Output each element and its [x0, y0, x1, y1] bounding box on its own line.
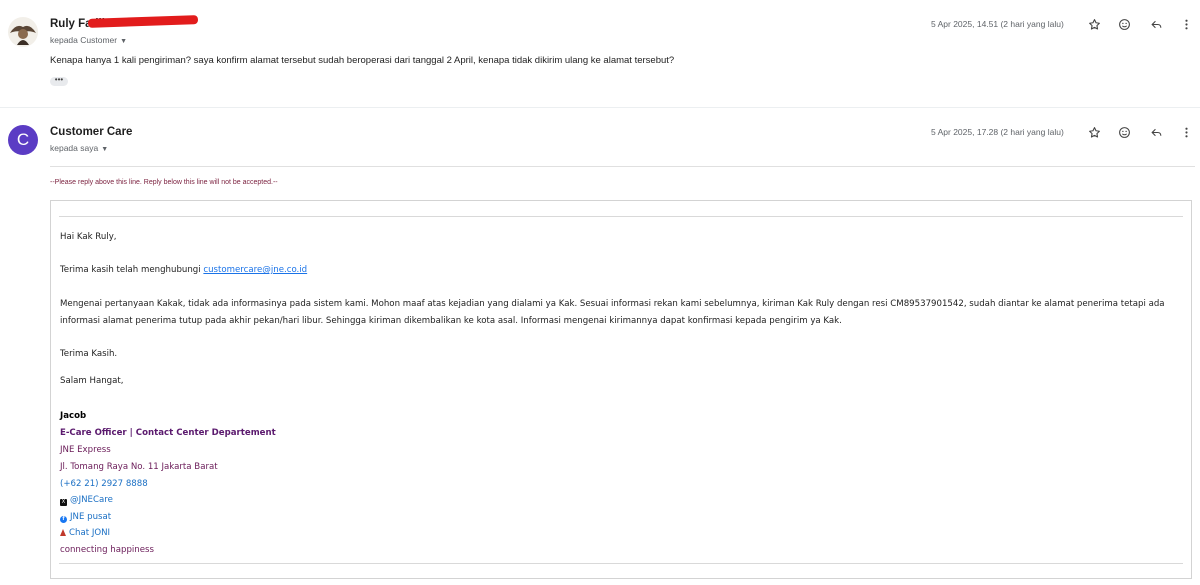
recipient-toggle[interactable]: kepada saya ▼	[50, 143, 108, 153]
redaction-mark	[87, 15, 199, 28]
signature-title: E-Care Officer | Contact Center Departem…	[60, 428, 276, 438]
facebook-icon: f	[60, 516, 67, 523]
signature-phone[interactable]: (+62 21) 2927 8888	[60, 479, 148, 489]
thanks-text: Terima kasih telah menghubungi	[60, 265, 204, 275]
closing-thanks: Terima Kasih.	[60, 349, 118, 359]
signature-chat[interactable]: Chat JONI	[60, 528, 110, 538]
content-top-rule	[59, 216, 1183, 217]
signature-name: Jacob	[60, 411, 87, 421]
email-link[interactable]: customercare@jne.co.id	[203, 265, 307, 275]
reply-notice: --Please reply above this line. Reply be…	[50, 179, 278, 186]
main-paragraph: Mengenai pertanyaan Kakak, tidak ada inf…	[60, 299, 1165, 326]
signature-address: Jl. Tomang Raya No. 11 Jakarta Barat	[60, 462, 218, 472]
star-icon[interactable]	[1086, 16, 1102, 32]
message-date: 5 Apr 2025, 17.28 (2 hari yang lalu)	[931, 127, 1064, 137]
recipient-toggle[interactable]: kepada Customer ▼	[50, 35, 127, 45]
closing-greeting: Salam Hangat,	[60, 376, 124, 386]
reply-icon[interactable]	[1148, 16, 1164, 32]
more-vert-icon[interactable]	[1178, 16, 1194, 32]
message-content-box: Hai Kak Ruly, Terima kasih telah menghub…	[50, 200, 1192, 579]
recipient-label: kepada Customer	[50, 35, 118, 45]
message-divider	[0, 107, 1200, 108]
facebook-label: JNE pusat	[70, 512, 112, 522]
greeting: Hai Kak Ruly,	[60, 232, 117, 242]
emoji-icon[interactable]	[1116, 124, 1132, 140]
star-icon[interactable]	[1086, 124, 1102, 140]
emoji-icon[interactable]	[1116, 16, 1132, 32]
message-body: Kenapa hanya 1 kali pengiriman? saya kon…	[50, 55, 675, 66]
sender-avatar[interactable]	[8, 17, 38, 47]
sender-name: Customer Care	[50, 126, 133, 138]
message-date: 5 Apr 2025, 14.51 (2 hari yang lalu)	[931, 19, 1064, 29]
reply-icon[interactable]	[1148, 124, 1164, 140]
twitter-handle: @JNECare	[70, 495, 113, 505]
chat-joni-icon	[60, 529, 66, 536]
chat-label: Chat JONI	[69, 528, 111, 538]
signature-facebook[interactable]: f JNE pusat	[60, 512, 111, 523]
chevron-down-icon: ▼	[101, 146, 109, 153]
signature-company: JNE Express	[60, 445, 111, 455]
content-bottom-rule	[59, 563, 1183, 564]
more-vert-icon[interactable]	[1178, 124, 1194, 140]
sender-avatar[interactable]: C	[8, 125, 38, 155]
chevron-down-icon: ▼	[120, 38, 128, 45]
header-divider	[50, 166, 1195, 167]
show-trimmed-button[interactable]: •••	[50, 76, 68, 86]
x-twitter-icon: X	[60, 499, 67, 506]
signature-twitter[interactable]: X @JNECare	[60, 495, 113, 506]
thanks-line: Terima kasih telah menghubungi customerc…	[60, 265, 307, 275]
recipient-label: kepada saya	[50, 143, 99, 153]
signature-tagline: connecting happiness	[60, 545, 154, 555]
